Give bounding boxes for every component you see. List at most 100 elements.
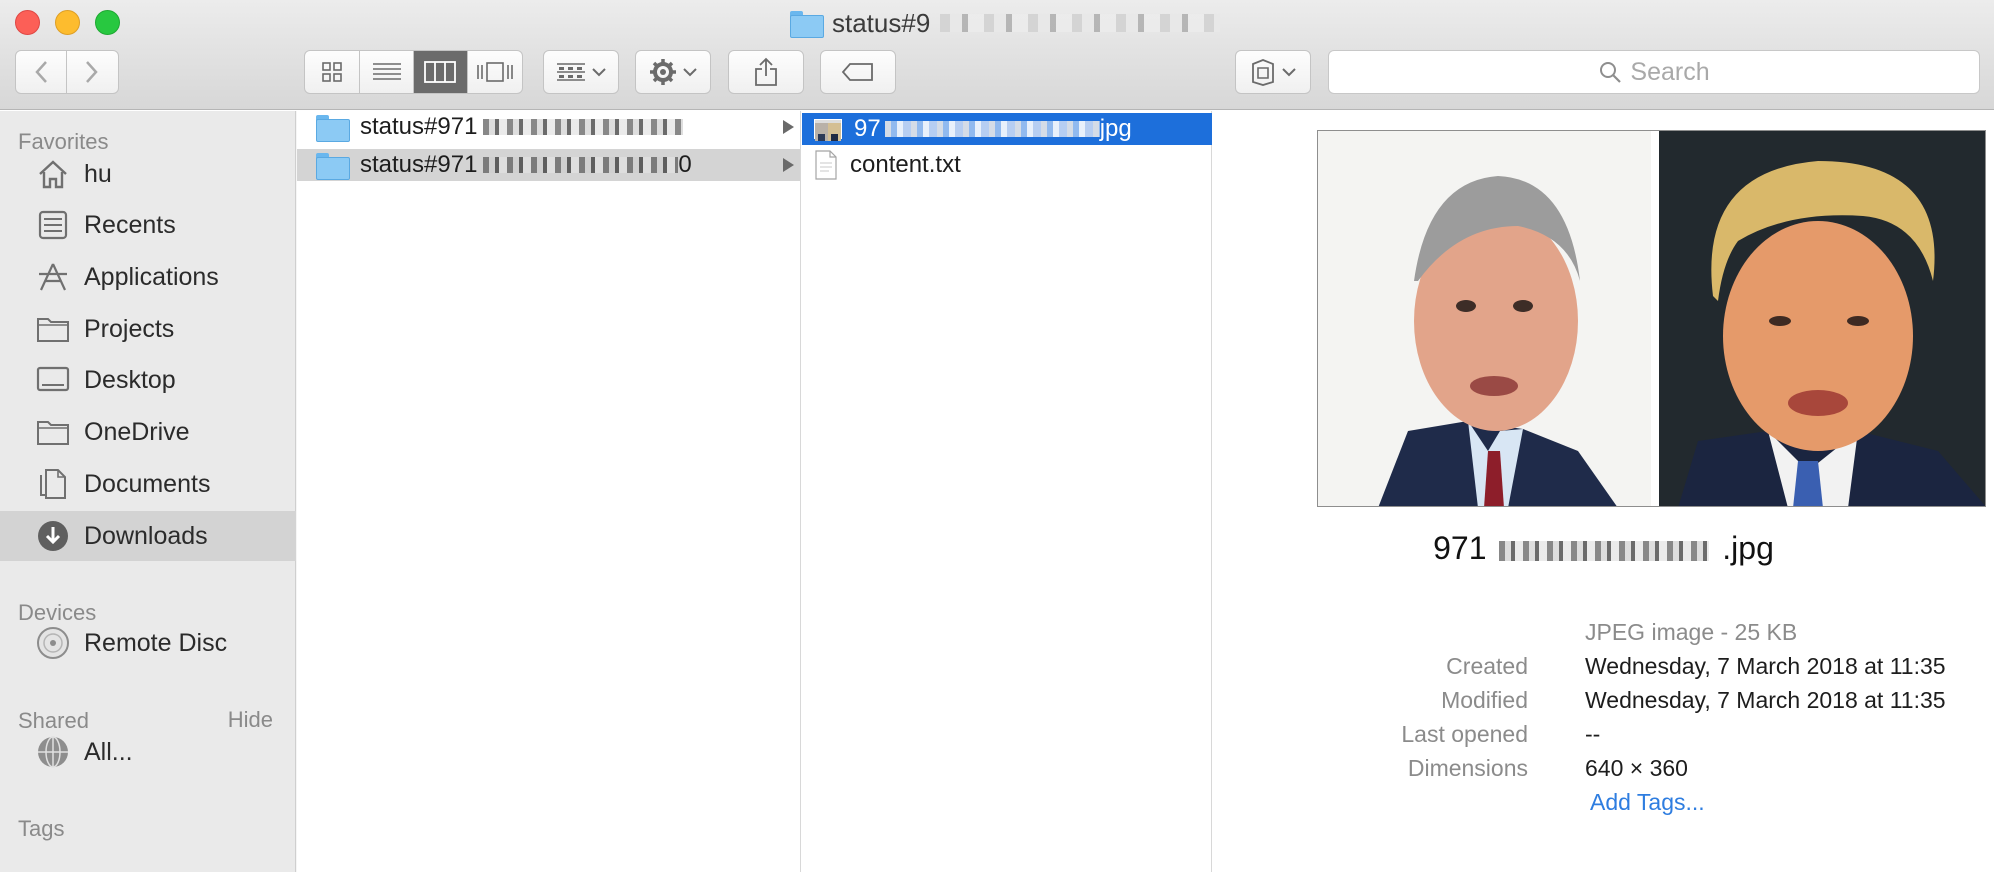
- disclosure-arrow-icon: [783, 158, 794, 172]
- sidebar-item-downloads[interactable]: Downloads: [0, 511, 296, 561]
- chevron-down-icon: [1282, 68, 1296, 77]
- sidebar-item-recents[interactable]: Recents: [0, 200, 296, 250]
- window-title: status#9: [790, 7, 1221, 38]
- list-view-button[interactable]: [360, 51, 414, 93]
- action-button[interactable]: [635, 50, 711, 94]
- forward-button[interactable]: [67, 51, 118, 93]
- nav-buttons: [15, 50, 119, 94]
- folder-icon: [34, 310, 72, 348]
- sidebar-item-label: Projects: [84, 314, 175, 343]
- add-tags-link[interactable]: Add Tags...: [1590, 789, 1705, 816]
- sidebar-item-label: Applications: [84, 262, 219, 291]
- column-2: 97 jpg content.txt: [802, 111, 1212, 872]
- meta-value: 640 × 360: [1585, 755, 1688, 781]
- box-icon: [1252, 59, 1274, 86]
- list-item[interactable]: content.txt: [802, 149, 1212, 181]
- file-name: content.txt: [850, 151, 961, 178]
- list-item[interactable]: status#971 0: [297, 149, 800, 181]
- preview-file-name-prefix: 971: [1433, 530, 1487, 566]
- applications-icon: [34, 258, 72, 296]
- disc-icon: [34, 624, 72, 662]
- redacted-text: [483, 119, 684, 135]
- folder-name: status#971: [360, 151, 478, 178]
- downloads-icon: [34, 517, 72, 555]
- chevron-down-icon: [683, 68, 697, 77]
- folder-icon: [316, 114, 350, 142]
- search-field[interactable]: Search: [1328, 50, 1980, 94]
- sidebar-item-label: OneDrive: [84, 417, 190, 446]
- search-icon: [1600, 62, 1622, 83]
- sidebar-item-projects[interactable]: Projects: [0, 304, 296, 354]
- text-file-icon: [814, 150, 838, 180]
- sidebar-item-onedrive[interactable]: OneDrive: [0, 407, 296, 457]
- meta-label: Dimensions: [1407, 755, 1528, 781]
- icon-view-button[interactable]: [305, 51, 361, 93]
- folder-icon: [316, 152, 350, 180]
- column-1: status#971 status#971 0: [297, 111, 801, 872]
- sidebar-item-all[interactable]: All...: [0, 727, 296, 777]
- file-extension: jpg: [1099, 115, 1132, 142]
- sidebar-item-desktop[interactable]: Desktop: [0, 355, 296, 405]
- arrange-button[interactable]: [543, 50, 619, 94]
- file-name: 97: [854, 115, 881, 142]
- recents-icon: [34, 206, 72, 244]
- sidebar-item-label: Documents: [84, 469, 211, 498]
- close-button[interactable]: [15, 10, 40, 35]
- list-icon: [372, 63, 401, 80]
- toolbar: status#9 Search: [0, 0, 1994, 110]
- list-item[interactable]: 97 jpg: [802, 113, 1212, 145]
- home-icon: [34, 155, 72, 193]
- tags-heading: Tags: [18, 816, 65, 841]
- gear-icon: [650, 59, 676, 85]
- disclosure-arrow-icon: [783, 120, 794, 134]
- share-button[interactable]: [728, 50, 804, 94]
- meta-label: Modified: [1441, 687, 1528, 713]
- sidebar-item-label: Desktop: [84, 365, 176, 394]
- network-icon: [34, 733, 72, 771]
- back-button[interactable]: [16, 51, 67, 93]
- meta-label: Created: [1446, 653, 1528, 679]
- folder-icon: [34, 413, 72, 451]
- sidebar-item-remote-disc[interactable]: Remote Disc: [0, 618, 296, 668]
- gallery-view-button[interactable]: [468, 51, 522, 93]
- arrange-icon: [557, 63, 585, 81]
- folder-name: status#971: [360, 113, 478, 140]
- sidebar-item-label: Remote Disc: [84, 628, 228, 657]
- chevron-right-icon: [86, 61, 98, 83]
- sidebar-item-documents[interactable]: Documents: [0, 459, 296, 509]
- window-title-text: status#9: [832, 7, 931, 38]
- zoom-button[interactable]: [95, 10, 120, 35]
- redacted-text: [1499, 540, 1710, 561]
- meta-label: Last opened: [1401, 721, 1528, 747]
- grid-icon: [322, 62, 343, 82]
- meta-value: Wednesday, 7 March 2018 at 11:35: [1585, 687, 1946, 713]
- columns-icon: [424, 61, 457, 83]
- sidebar-item-hu[interactable]: hu: [0, 149, 296, 199]
- column-view-button[interactable]: [414, 51, 468, 93]
- sidebar-item-label: Recents: [84, 210, 176, 239]
- preview-file-name: 971 .jpg: [1213, 530, 1994, 567]
- preview-file-name-suffix: .jpg: [1722, 530, 1774, 566]
- sidebar-item-applications[interactable]: Applications: [0, 252, 296, 302]
- extension-button[interactable]: [1235, 50, 1311, 94]
- search-placeholder: Search: [1630, 57, 1710, 86]
- edit-tags-button[interactable]: [820, 50, 896, 94]
- folder-name-suffix: 0: [678, 151, 692, 178]
- chevron-down-icon: [592, 68, 606, 77]
- minimize-button[interactable]: [55, 10, 80, 35]
- redacted-text: [483, 157, 679, 173]
- tag-icon: [841, 63, 873, 81]
- list-item[interactable]: status#971: [297, 111, 800, 143]
- image-preview: [1317, 130, 1986, 507]
- documents-icon: [34, 465, 72, 503]
- meta-value: Wednesday, 7 March 2018 at 11:35: [1585, 653, 1946, 679]
- meta-value: --: [1585, 721, 1601, 747]
- redacted-text: [940, 14, 1221, 32]
- sidebar: Favorites hu Recents Applications Projec…: [0, 111, 296, 872]
- redacted-text: [884, 121, 1100, 137]
- sidebar-item-label: hu: [84, 159, 112, 188]
- file-kind: JPEG image - 25 KB: [1585, 619, 1798, 645]
- folder-icon: [790, 10, 824, 38]
- gallery-icon: [476, 62, 513, 82]
- sidebar-item-label: All...: [84, 737, 133, 766]
